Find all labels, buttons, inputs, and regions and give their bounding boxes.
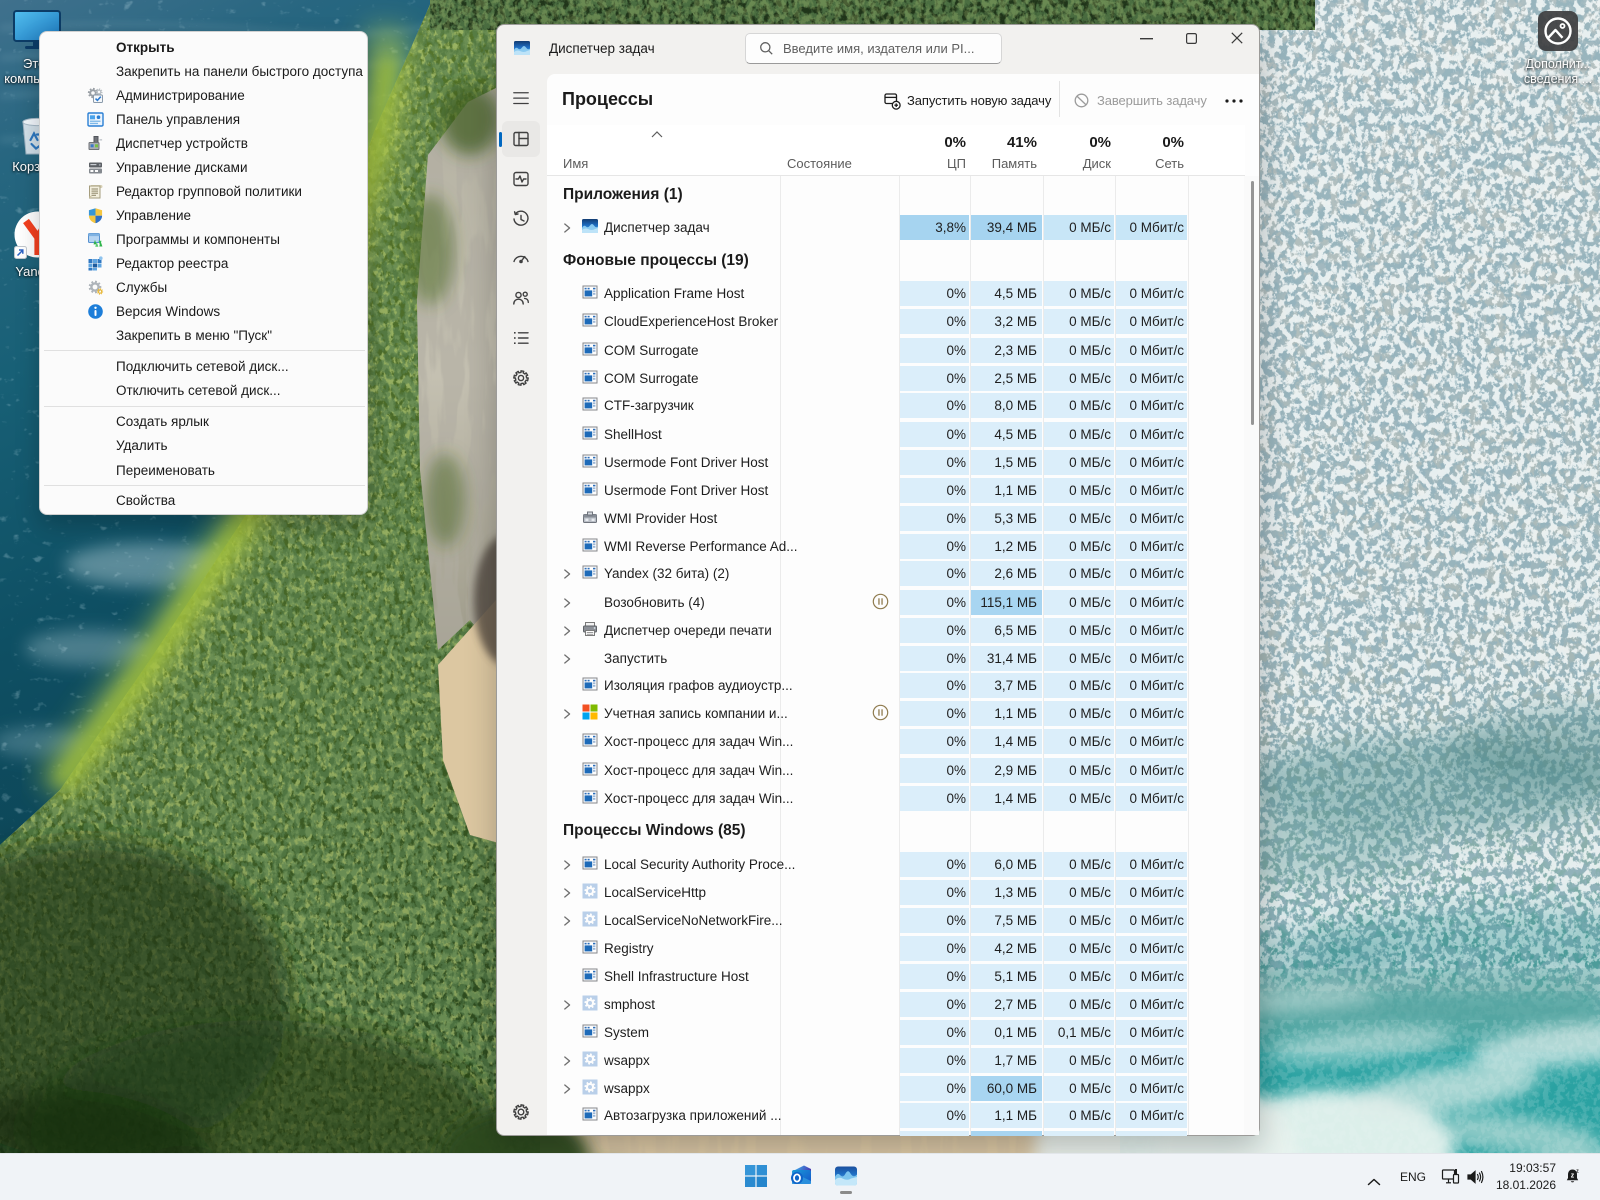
svg-text:z: z — [1571, 1173, 1575, 1180]
svg-text:z: z — [1576, 1169, 1579, 1175]
